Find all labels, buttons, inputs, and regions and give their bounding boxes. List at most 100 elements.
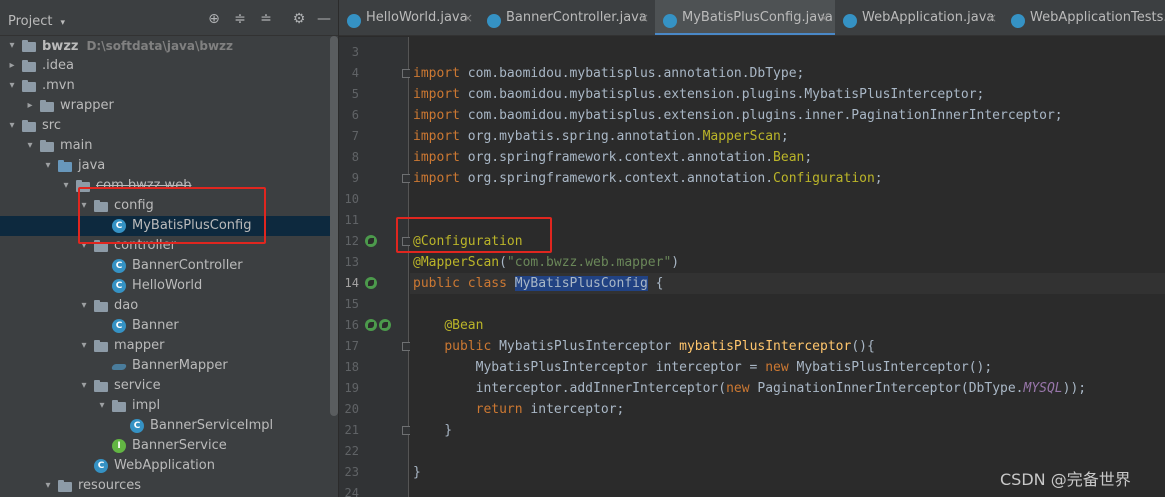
code-token: import [413,108,468,123]
tree-item-label: BannerService [132,436,227,456]
chevron-down-icon[interactable]: ▾ [24,136,36,156]
code-token: Bean [773,150,805,165]
line-number: 24 [344,486,359,497]
tree-item-name: main [60,138,93,153]
tree-item-name: BannerServiceImpl [150,418,274,433]
chevron-down-icon[interactable]: ▾ [78,376,90,396]
close-icon[interactable]: × [819,0,829,35]
chevron-down-icon[interactable]: ▾ [96,396,108,416]
tree-item[interactable]: C BannerController [0,256,338,276]
project-view-selector[interactable]: Project ▾ [8,14,65,29]
code-token: MapperScan [702,129,781,144]
tree-item-name: WebApplication [114,458,215,473]
tree-item[interactable]: C Banner [0,316,338,336]
code-token: ; [780,129,789,144]
tree-item[interactable]: ▾ .mvn [0,76,338,96]
editor-tab[interactable]: MyBatisPlusConfig.java × [655,0,835,35]
tree-item-name: Banner [132,318,179,333]
tree-item-label: .idea [42,56,74,76]
line-number: 16 [344,318,359,332]
line-number: 21 [344,423,359,437]
tree-item[interactable]: ▸ wrapper [0,96,338,116]
chevron-down-icon[interactable]: ▾ [6,76,18,96]
source-folder-icon [58,160,72,172]
editor-tab[interactable]: WebApplication.java × [835,0,1003,35]
editor-gutter: 3 4 5 6 7 8 9 10 11 12 13 14 15 16 17 18 19 20 21 22 23 24 [339,37,411,497]
line-number: 5 [351,87,359,101]
tree-item[interactable]: C BannerServiceImpl [0,416,338,436]
code-token: new [765,360,797,375]
code-token: ; [804,150,813,165]
spring-bean-gutter-icon[interactable] [365,319,377,331]
tree-item-label: BannerMapper [132,356,228,376]
gear-icon[interactable]: ⚙ [291,11,307,27]
tree-item[interactable]: ▾ main [0,136,338,156]
line-number: 9 [351,171,359,185]
folder-icon [94,380,108,392]
tree-item-name: .idea [42,58,74,73]
editor-tab[interactable]: HelloWorld.java × [339,0,479,35]
line-number: 4 [351,66,359,80]
line-number: 7 [351,129,359,143]
tree-item[interactable]: ▾ src [0,116,338,136]
code-line: import org.mybatis.spring.annotation.Map… [413,126,789,147]
code-token: org.springframework.context.annotation. [467,171,774,186]
line-number: 3 [351,45,359,59]
folder-icon [40,100,54,112]
crosshair-icon[interactable]: ⊕ [206,11,222,27]
tree-item[interactable]: C WebApplication [0,456,338,476]
tree-item[interactable]: ▸ .idea [0,56,338,76]
code-token: @MapperScan [413,255,500,270]
spring-bean-gutter-icon[interactable] [365,235,377,247]
chevron-down-icon[interactable]: ▾ [6,36,18,56]
tree-item[interactable]: ▾ resources [0,476,338,496]
chevron-down-icon[interactable]: ▾ [60,176,72,196]
tree-item[interactable]: C HelloWorld [0,276,338,296]
chevron-down-icon[interactable]: ▾ [78,296,90,316]
code-line: public MybatisPlusInterceptor mybatisPlu… [413,336,874,357]
tree-item[interactable]: ▾ java [0,156,338,176]
close-icon[interactable]: × [987,0,997,35]
chevron-right-icon[interactable]: ▸ [6,56,18,76]
chevron-down-icon[interactable]: ▾ [78,336,90,356]
minimize-icon[interactable]: — [316,11,332,27]
tree-item[interactable]: ▾ dao [0,296,338,316]
java-class-icon [843,14,857,28]
code-editor[interactable]: import com.baomidou.mybatisplus.annotati… [410,37,1165,497]
tree-item[interactable]: ▾ bwzz D:\softdata\java\bwzz [0,36,338,56]
tree-item[interactable]: ▾ impl [0,396,338,416]
tree-scrollbar[interactable] [330,36,338,416]
close-icon[interactable]: × [463,0,473,35]
tree-item-label: impl [132,396,160,416]
collapse-all-icon[interactable]: ≐ [258,11,274,27]
tree-item[interactable]: I BannerService [0,436,338,456]
code-token: org.mybatis.spring.annotation. [467,129,703,144]
tree-item-name: bwzz [42,39,79,54]
tree-item[interactable]: ▾ mapper [0,336,338,356]
tree-item-name: java [78,158,106,173]
editor-tab[interactable]: BannerController.java × [479,0,655,35]
spring-bean-gutter-icon[interactable] [365,277,377,289]
chevron-down-icon[interactable]: ▾ [42,476,54,496]
chevron-down-icon[interactable]: ▾ [6,116,18,136]
code-token: MybatisPlusInterceptor [499,339,680,354]
folder-icon [94,340,108,352]
code-token: mybatisPlusInterceptor [679,339,852,354]
spring-bean-gutter-icon[interactable] [379,319,391,331]
tree-item-name: src [42,118,61,133]
chevron-right-icon[interactable]: ▸ [24,96,36,116]
tree-item-name: mapper [114,338,165,353]
tree-item-label: BannerController [132,256,243,276]
code-token: com.baomidou.mybatisplus.annotation.DbTy… [467,66,805,81]
tree-item-label: Banner [132,316,179,336]
tree-item[interactable]: ▾ service [0,376,338,396]
close-icon[interactable]: × [639,0,649,35]
code-token: ( [499,255,507,270]
code-token: } [413,423,453,438]
expand-all-icon[interactable]: ≑ [232,11,248,27]
editor-tab[interactable]: WebApplicationTests.java [1003,0,1165,35]
line-number: 17 [344,339,359,353]
tree-item[interactable]: BannerMapper [0,356,338,376]
chevron-down-icon[interactable]: ▾ [42,156,54,176]
line-number: 23 [344,465,359,479]
